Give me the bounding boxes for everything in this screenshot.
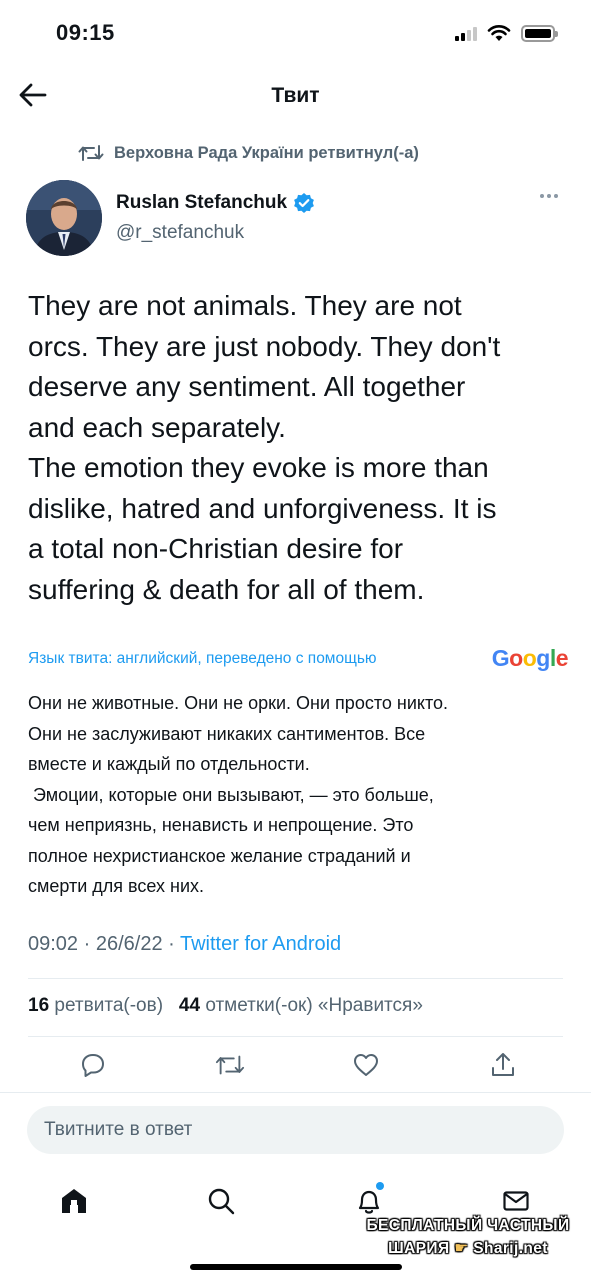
google-logo: Google xyxy=(491,645,569,671)
tweet-meta: 09:02 · 26/6/22 · Twitter for Android xyxy=(28,933,342,955)
tweet-line: deserve any sentiment. All together xyxy=(28,371,466,402)
bell-icon xyxy=(358,1190,380,1214)
author-handle[interactable]: @r_stefanchuk xyxy=(116,222,244,244)
translated-line: Они не заслуживают никаких сантиментов. … xyxy=(28,723,426,744)
translated-line: Они не животные. Они не орки. Они просто… xyxy=(28,693,449,713)
watermark-line2: ШАРИЯ ☛ Sharij.net xyxy=(357,1237,579,1260)
translation-note-text: Язык твита: английский, переведено с пом… xyxy=(28,649,377,667)
divider xyxy=(28,1036,563,1037)
watermark-line2-left: ШАРИЯ xyxy=(388,1240,450,1257)
tweet-line: orcs. They are just nobody. They don't xyxy=(28,330,501,362)
divider xyxy=(28,978,563,979)
retweet-icon xyxy=(215,1055,244,1075)
retweet-icon xyxy=(78,145,104,161)
like-count-label: отметки(-ок) «Нравится» xyxy=(205,995,423,1016)
nav-messages[interactable] xyxy=(499,1184,533,1218)
retweet-label-text: Верховна Рада України ретвитнул(-а) xyxy=(114,143,419,162)
reply-input[interactable]: Твитните в ответ xyxy=(27,1106,564,1154)
likes-stat[interactable]: 44 отметки(-ок) «Нравится» xyxy=(179,995,423,1016)
translated-line: полное нехристианское желание страданий … xyxy=(28,845,411,866)
retweet-count-label: ретвита(-ов) xyxy=(54,995,164,1016)
translated-line: вместе и каждый по отдельности. xyxy=(28,754,310,774)
watermark-line1: БЕСПЛАТНЫЙ ЧАСТНЫЙ xyxy=(366,1217,570,1234)
divider xyxy=(0,1092,591,1093)
page-title: Твит xyxy=(271,84,320,107)
translated-line: смерти для всех них. xyxy=(28,876,205,896)
share-button[interactable] xyxy=(488,1050,518,1080)
nav-notifications[interactable] xyxy=(352,1182,386,1218)
search-icon xyxy=(208,1188,235,1215)
author-name-row[interactable]: Ruslan Stefanchuk xyxy=(116,192,315,214)
battery-icon xyxy=(521,24,558,42)
translated-line: чем неприязнь, ненависть и непрощение. Э… xyxy=(28,815,414,835)
tweet-text: They are not animals. They are not orcs.… xyxy=(28,286,573,610)
tweet-line: and each separately. xyxy=(28,411,286,443)
tweet-time: 09:02 xyxy=(28,933,79,955)
author-name: Ruslan Stefanchuk xyxy=(116,192,288,213)
translation-note[interactable]: Язык твита: английский, переведено с пом… xyxy=(28,645,569,672)
like-count: 44 xyxy=(178,995,201,1016)
status-bar: 09:15 xyxy=(0,0,591,66)
top-header: Твит xyxy=(0,70,591,124)
watermark-line2-right: Sharij.net xyxy=(473,1240,548,1257)
translated-text: Они не животные. Они не орки. Они просто… xyxy=(28,688,573,902)
home-indicator xyxy=(190,1264,402,1270)
tweet-source-link[interactable]: Twitter for Android xyxy=(180,933,341,955)
home-icon xyxy=(62,1189,86,1213)
share-icon xyxy=(491,1053,514,1076)
reply-button[interactable] xyxy=(78,1050,108,1080)
reply-placeholder: Твитните в ответ xyxy=(44,1119,193,1140)
pointing-hand-icon: ☛ xyxy=(454,1240,469,1257)
tweet-line: a total non-Christian desire for xyxy=(28,533,404,564)
comment-icon xyxy=(82,1054,104,1077)
cellular-signal-icon xyxy=(455,25,477,41)
retweet-context[interactable]: Верховна Рада України ретвитнул(-а) xyxy=(78,143,419,163)
translated-line: Эмоции, которые они вызывают, — это боль… xyxy=(28,784,434,805)
tweet-line: suffering & death for all of them. xyxy=(28,573,425,605)
heart-icon xyxy=(354,1054,379,1076)
retweet-button[interactable] xyxy=(215,1050,245,1080)
retweet-count: 16 xyxy=(28,995,50,1016)
more-horizontal-icon[interactable] xyxy=(540,194,558,198)
nav-search[interactable] xyxy=(204,1184,238,1218)
tweet-line: They are not animals. They are not xyxy=(28,290,462,321)
nav-home[interactable] xyxy=(57,1184,91,1218)
tweet-actions xyxy=(78,1050,518,1080)
like-button[interactable] xyxy=(351,1050,381,1080)
status-time: 09:15 xyxy=(56,20,115,45)
tweet-line: dislike, hatred and unforgiveness. It is xyxy=(28,492,497,524)
retweets-stat[interactable]: 16 ретвита(-ов) xyxy=(28,995,163,1016)
tweet-date: 26/6/22 xyxy=(95,933,163,955)
avatar-image xyxy=(26,180,102,256)
status-icons xyxy=(455,24,558,42)
tweet-line: The emotion they evoke is more than xyxy=(28,452,489,483)
wifi-icon xyxy=(487,25,511,41)
notification-dot xyxy=(376,1182,384,1190)
avatar[interactable] xyxy=(26,180,102,256)
verified-badge-icon xyxy=(294,193,314,213)
watermark: БЕСПЛАТНЫЙ ЧАСТНЫЙ ШАРИЯ ☛ Sharij.net xyxy=(357,1214,579,1260)
tweet-stats: 16 ретвита(-ов) 44 отметки(-ок) «Нравитс… xyxy=(28,995,423,1017)
mail-icon xyxy=(503,1191,529,1211)
tweet-author: Ruslan Stefanchuk @r_stefanchuk xyxy=(26,180,566,256)
